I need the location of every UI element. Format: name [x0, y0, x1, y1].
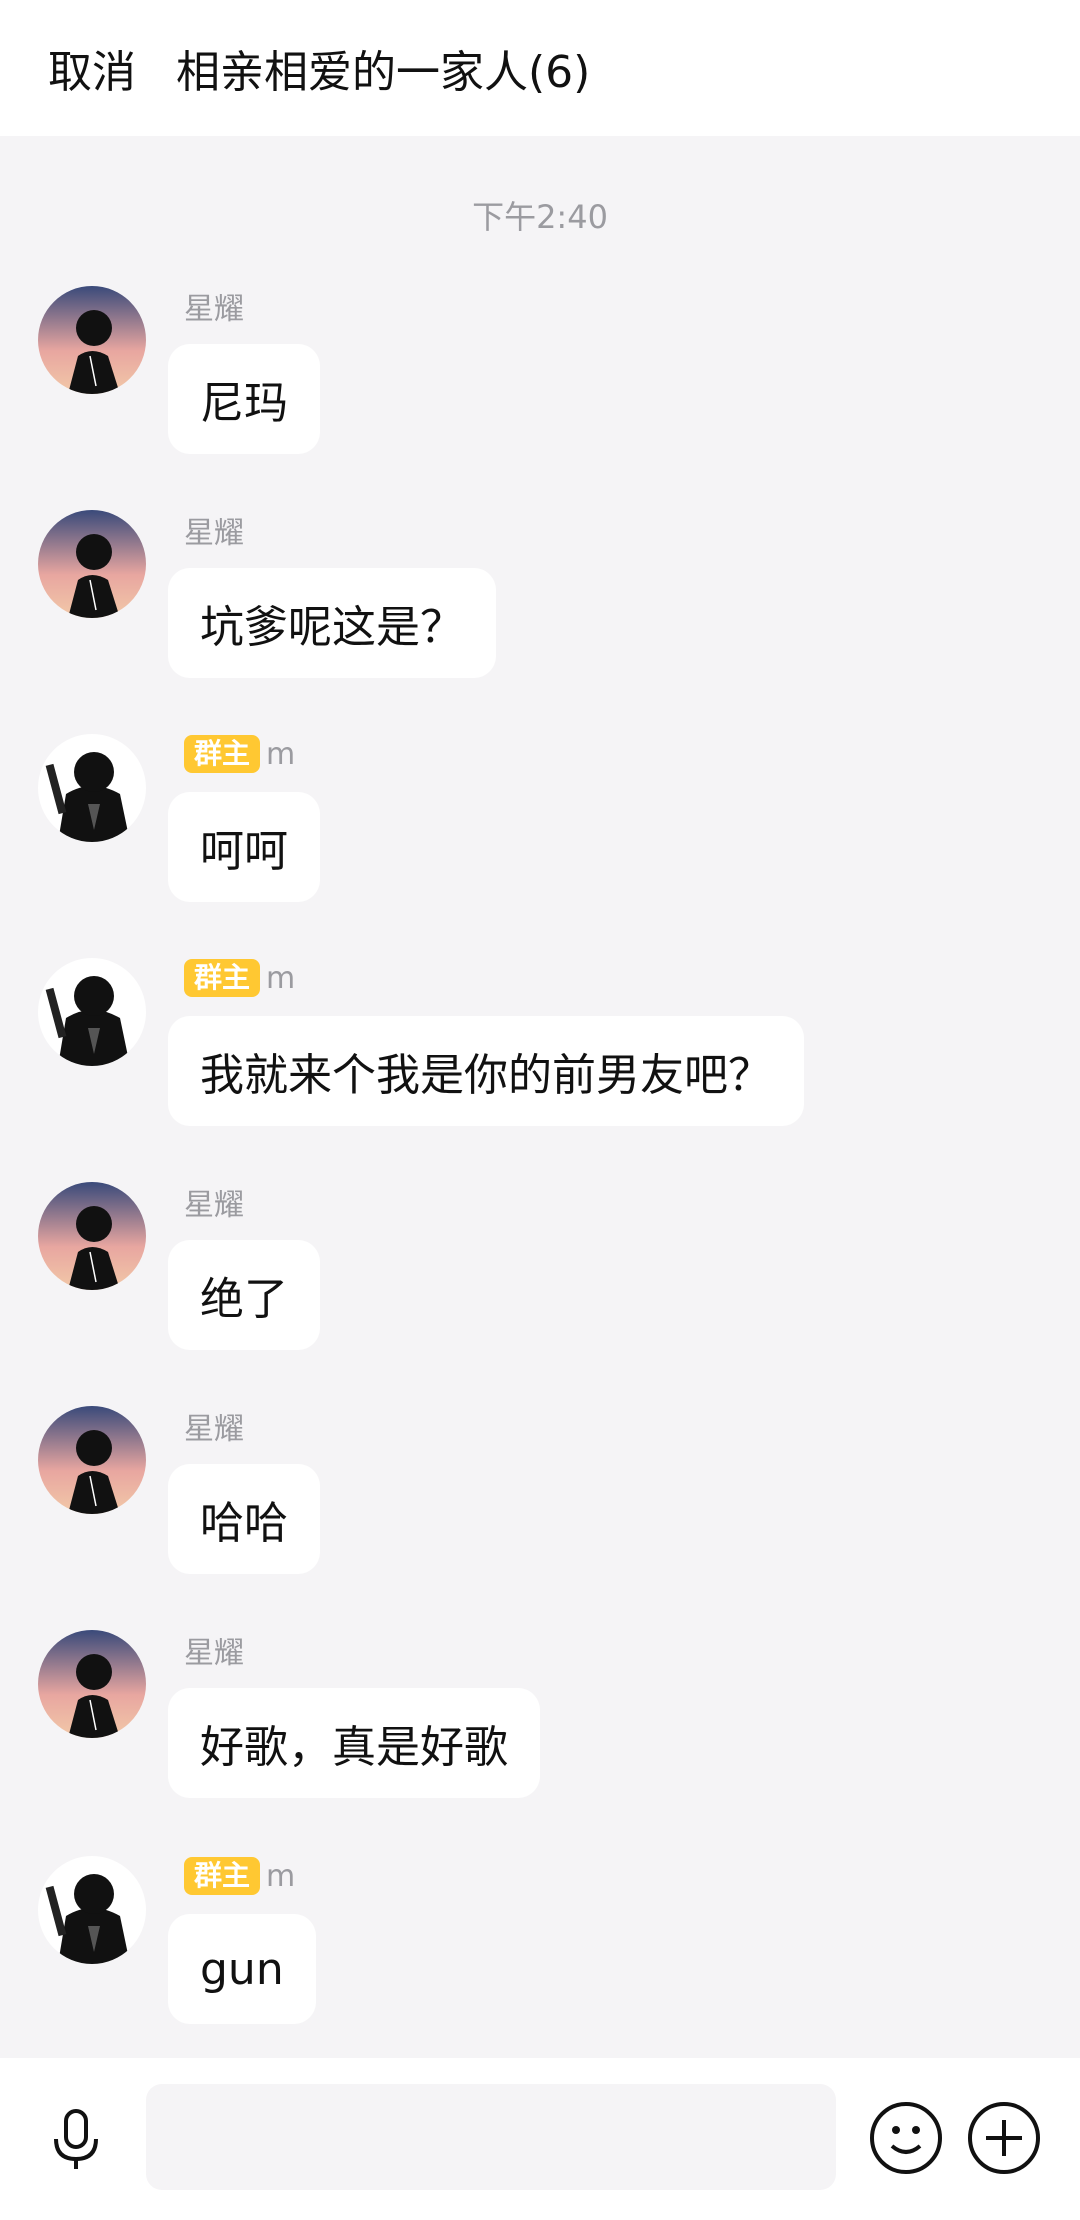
sender-line: 星耀 — [184, 1630, 244, 1671]
sender-name: m — [266, 960, 296, 996]
sender-line: 群主 m — [184, 1856, 295, 1896]
chat-title: 相亲相爱的一家人(6) — [176, 47, 591, 98]
sender-line: 星耀 — [184, 286, 244, 327]
message-bubble[interactable]: 绝了 — [168, 1240, 320, 1350]
message-item: 星耀 哈哈 — [0, 1406, 1080, 1606]
message-list[interactable]: 下午2:40 星耀 尼玛 星耀 坑爹呢这是？ 群主 m 呵呵 群主 m 我就来个… — [0, 136, 1080, 2058]
avatar[interactable] — [38, 1856, 146, 1964]
message-bubble[interactable]: 坑爹呢这是？ — [168, 568, 496, 678]
avatar-xingyao-image — [38, 286, 146, 394]
avatar-xingyao-image — [38, 1630, 146, 1738]
avatar[interactable] — [38, 1630, 146, 1738]
owner-badge: 群主 — [184, 1857, 261, 1895]
avatar-xingyao-image — [38, 510, 146, 618]
sender-line: 星耀 — [184, 510, 244, 551]
plus-icon[interactable] — [966, 2100, 1042, 2176]
avatar[interactable] — [38, 1406, 146, 1514]
avatar-m-image — [38, 734, 146, 842]
message-input[interactable] — [146, 2084, 836, 2190]
message-item: 星耀 坑爹呢这是？ — [0, 510, 1080, 710]
avatar[interactable] — [38, 734, 146, 842]
cancel-button[interactable]: 取消 — [48, 36, 136, 100]
message-bubble[interactable]: 我就来个我是你的前男友吧？ — [168, 1016, 804, 1126]
emoji-icon[interactable] — [868, 2100, 944, 2176]
sender-name: 星耀 — [184, 516, 244, 551]
message-bubble[interactable]: 好歌，真是好歌 — [168, 1688, 540, 1798]
sender-name: 星耀 — [184, 1636, 244, 1671]
sender-line: 星耀 — [184, 1182, 244, 1223]
message-bubble[interactable]: 呵呵 — [168, 792, 320, 902]
sender-name: m — [266, 1858, 296, 1894]
owner-badge: 群主 — [184, 959, 261, 997]
avatar[interactable] — [38, 1182, 146, 1290]
message-item: 群主 m 我就来个我是你的前男友吧？ — [0, 958, 1080, 1158]
avatar-m-image — [38, 1856, 146, 1964]
message-item: 星耀 尼玛 — [0, 286, 1080, 486]
microphone-icon[interactable] — [40, 2103, 112, 2175]
message-item: 星耀 好歌，真是好歌 — [0, 1630, 1080, 1830]
timestamp: 下午2:40 — [472, 198, 608, 236]
sender-name: 星耀 — [184, 1188, 244, 1223]
avatar-xingyao-image — [38, 1406, 146, 1514]
avatar-m-image — [38, 958, 146, 1066]
message-bubble[interactable]: 哈哈 — [168, 1464, 320, 1574]
avatar-xingyao-image — [38, 1182, 146, 1290]
message-bubble[interactable]: gun — [168, 1914, 316, 2024]
input-bar — [0, 2058, 1080, 2220]
message-item: 群主 m 呵呵 — [0, 734, 1080, 934]
sender-name: 星耀 — [184, 292, 244, 327]
sender-line: 星耀 — [184, 1406, 244, 1447]
sender-name: 星耀 — [184, 1412, 244, 1447]
avatar[interactable] — [38, 286, 146, 394]
sender-line: 群主 m — [184, 734, 295, 774]
avatar[interactable] — [38, 958, 146, 1066]
avatar[interactable] — [38, 510, 146, 618]
owner-badge: 群主 — [184, 735, 261, 773]
sender-name: m — [266, 736, 296, 772]
message-bubble[interactable]: 尼玛 — [168, 344, 320, 454]
top-bar: 取消 相亲相爱的一家人(6) — [0, 0, 1080, 136]
message-item: 星耀 绝了 — [0, 1182, 1080, 1382]
sender-line: 群主 m — [184, 958, 295, 998]
message-item: 群主 m gun — [0, 1856, 1080, 2056]
